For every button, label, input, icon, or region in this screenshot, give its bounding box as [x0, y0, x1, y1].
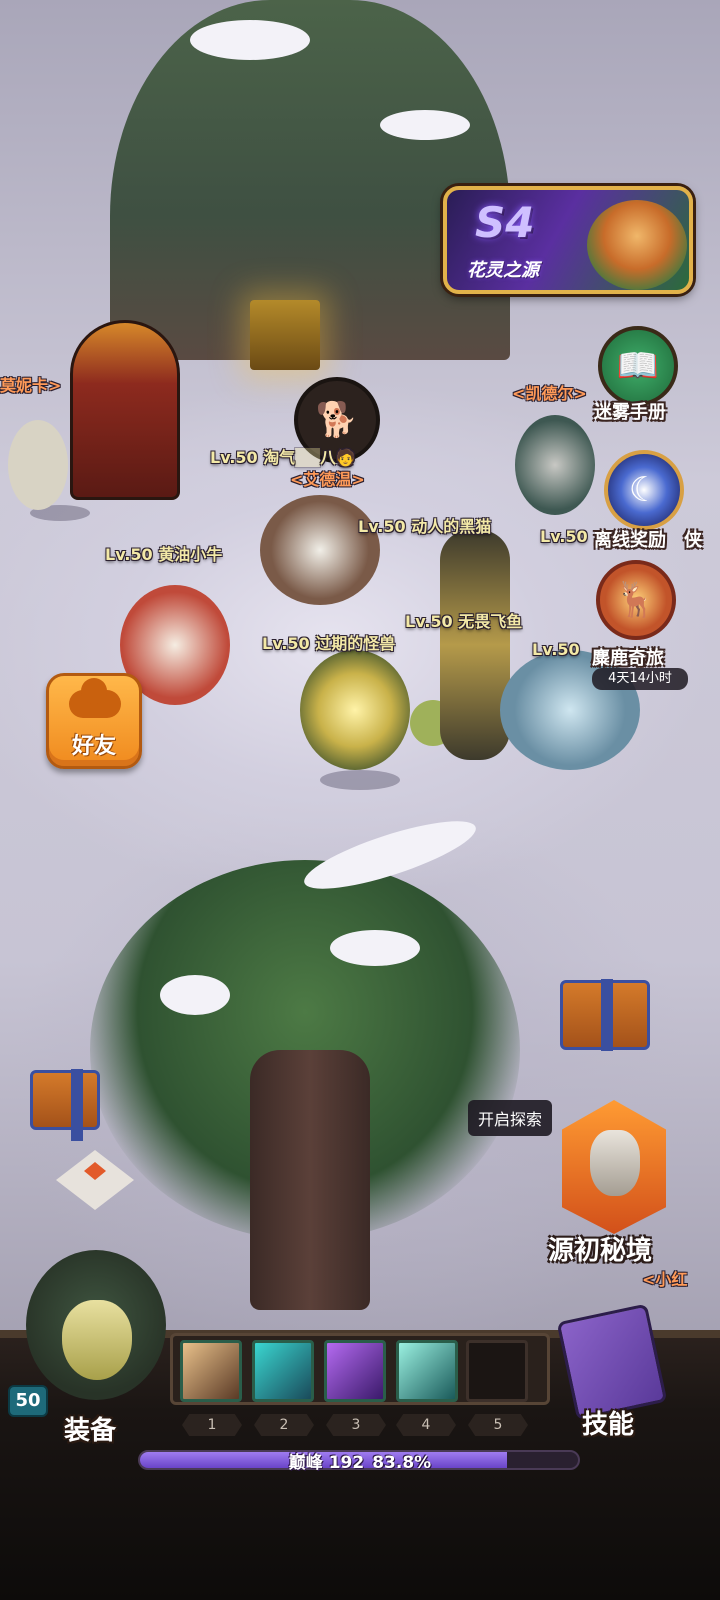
- skill-label[interactable]: 技能: [582, 1404, 634, 1441]
- npc-kader[interactable]: [515, 415, 595, 515]
- elk-journey-label: 麋鹿奇旅: [592, 648, 664, 669]
- slot-number: 5: [468, 1414, 528, 1436]
- skill-slot-2[interactable]: [252, 1340, 314, 1402]
- hero-face: [62, 1300, 132, 1380]
- season-name: 花灵之源: [467, 260, 539, 281]
- player-name: Lv.50 动人的黑猫: [358, 517, 492, 536]
- slot-number: 2: [254, 1414, 314, 1436]
- shrine: [70, 320, 180, 500]
- gift-box[interactable]: [560, 979, 650, 1051]
- npc-label: <艾德温>: [290, 470, 365, 489]
- moon-icon: ☾: [628, 470, 660, 510]
- friends-label: 好友: [71, 734, 116, 759]
- player-name: Lv.50 淘气██八🧑: [210, 448, 356, 467]
- skull-icon: [590, 1130, 640, 1196]
- season-code: S4: [475, 198, 535, 247]
- elk-journey-timer: 4天14小时: [592, 668, 688, 690]
- npc-monica[interactable]: [8, 420, 68, 510]
- explore-tooltip: 开启探索: [468, 1100, 553, 1136]
- skill-slot-5[interactable]: [466, 1340, 528, 1402]
- offline-reward-label: 离线奖励: [594, 530, 666, 551]
- slot-number: 4: [396, 1414, 456, 1436]
- player-name: Lv.50: [540, 527, 588, 546]
- season-hero-art: [587, 200, 687, 290]
- gift-box[interactable]: [30, 1069, 100, 1141]
- season-banner[interactable]: S4 花灵之源: [443, 186, 693, 294]
- snow-patch: [330, 930, 420, 966]
- equip-label[interactable]: 装备: [64, 1410, 116, 1447]
- elk-journey-button[interactable]: 🦌: [596, 560, 676, 640]
- player-character-self[interactable]: [300, 650, 410, 770]
- player-name: Lv.50 无畏飞鱼: [405, 612, 523, 631]
- friends-button[interactable]: 好友: [46, 673, 142, 769]
- npc-label: <凯德尔>: [512, 384, 587, 403]
- skill-slot-1[interactable]: [180, 1340, 242, 1402]
- snow-patch: [190, 20, 310, 60]
- player-name: Lv.50 过期的怪兽: [262, 634, 396, 653]
- level-badge: 50: [8, 1385, 48, 1417]
- offline-reward-button[interactable]: ☾: [604, 450, 684, 530]
- offline-reward-overflow: 侠: [684, 530, 702, 551]
- slot-number: 3: [326, 1414, 386, 1436]
- skill-slot-3[interactable]: [324, 1340, 386, 1402]
- peak-percent: 83.8%: [372, 1453, 432, 1473]
- fog-manual-label: 迷雾手册: [594, 402, 666, 423]
- dog-icon: 🐕: [315, 400, 359, 440]
- peak-level: 巅峰 192: [288, 1453, 365, 1473]
- book-icon: 📖: [616, 346, 660, 386]
- elk-icon: 🦌: [614, 580, 658, 620]
- char-shadow: [320, 770, 400, 790]
- cloud-icon: [69, 678, 121, 718]
- hut-door: [250, 300, 320, 370]
- player-character[interactable]: [260, 495, 380, 605]
- tree-trunk: [250, 1050, 370, 1310]
- snow-patch: [380, 110, 470, 140]
- player-character[interactable]: [440, 530, 510, 760]
- secret-realm-label: 源初秘境: [548, 1236, 653, 1266]
- npc-label: <小红: [642, 1270, 688, 1289]
- skill-slot-4[interactable]: [396, 1340, 458, 1402]
- player-name: Lv.50 黄油小牛: [105, 545, 223, 564]
- npc-label: 莫妮卡>: [0, 376, 62, 395]
- fog-manual-button[interactable]: 📖: [598, 326, 678, 406]
- peak-xp-text: 巅峰 192 83.8%: [0, 1448, 720, 1473]
- slot-number: 1: [182, 1414, 242, 1436]
- snow-patch: [160, 975, 230, 1015]
- player-name: Lv.50: [532, 640, 580, 659]
